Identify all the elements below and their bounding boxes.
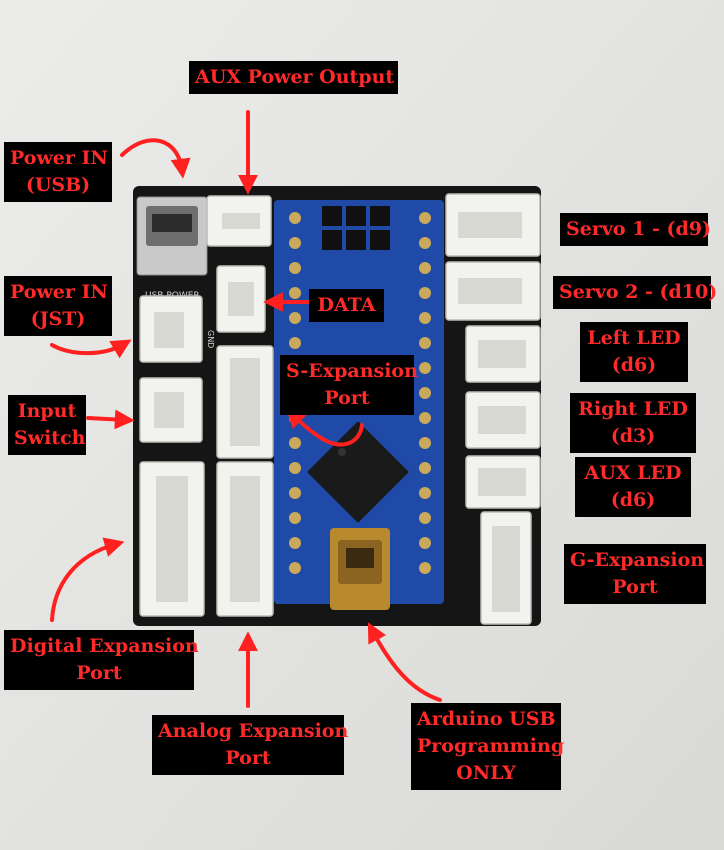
pcb-silk-gnd: GND xyxy=(206,330,215,348)
label-power-in-usb: Power IN (USB) xyxy=(4,142,112,202)
arrow-input-switch xyxy=(86,409,135,430)
label-s-expansion-port: S-Expansion Port xyxy=(280,355,418,415)
usb-power-port xyxy=(136,196,208,276)
pin-holes-right xyxy=(419,212,431,574)
label-input-switch: Input Switch xyxy=(8,395,86,455)
label-left-led: Left LED (d6) xyxy=(580,322,688,382)
label-data: DATA xyxy=(309,289,384,322)
label-servo1: Servo 1 - (d9) xyxy=(560,213,711,246)
nano-usb-port xyxy=(330,528,390,610)
label-aux-power-output: AUX Power Output xyxy=(189,61,398,94)
label-arduino-usb-programming: Arduino USB Programming ONLY xyxy=(411,703,564,790)
label-aux-led: AUX LED (d6) xyxy=(575,457,691,517)
label-g-expansion-port: G-Expansion Port xyxy=(564,544,706,604)
label-right-led: Right LED (d3) xyxy=(570,393,696,453)
label-digital-expansion-port: Digital Expansion Port xyxy=(4,630,199,690)
label-analog-expansion-port: Analog Expansion Port xyxy=(152,715,348,775)
label-power-in-jst: Power IN (JST) xyxy=(4,276,112,336)
label-servo2: Servo 2 - (d10) xyxy=(553,276,717,309)
